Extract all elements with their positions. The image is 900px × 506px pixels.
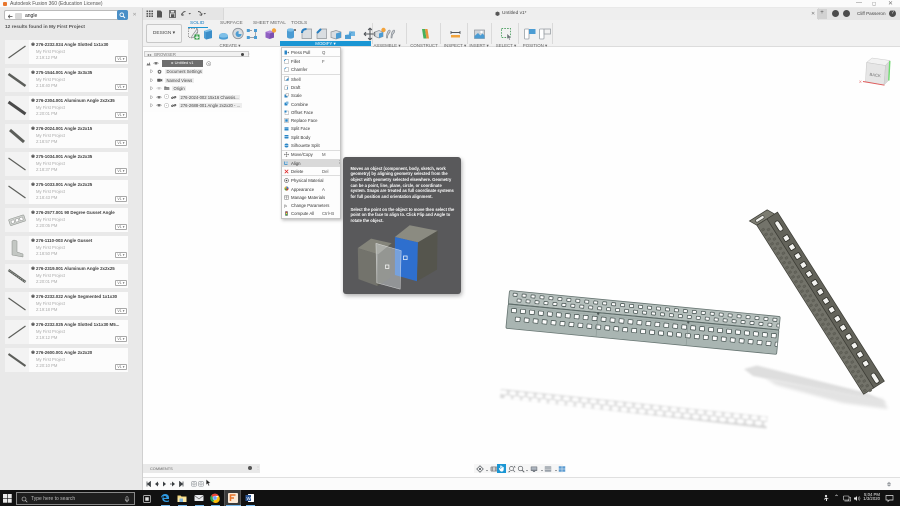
svg-text:X: X <box>859 79 862 84</box>
svg-text:fx: fx <box>284 203 287 208</box>
